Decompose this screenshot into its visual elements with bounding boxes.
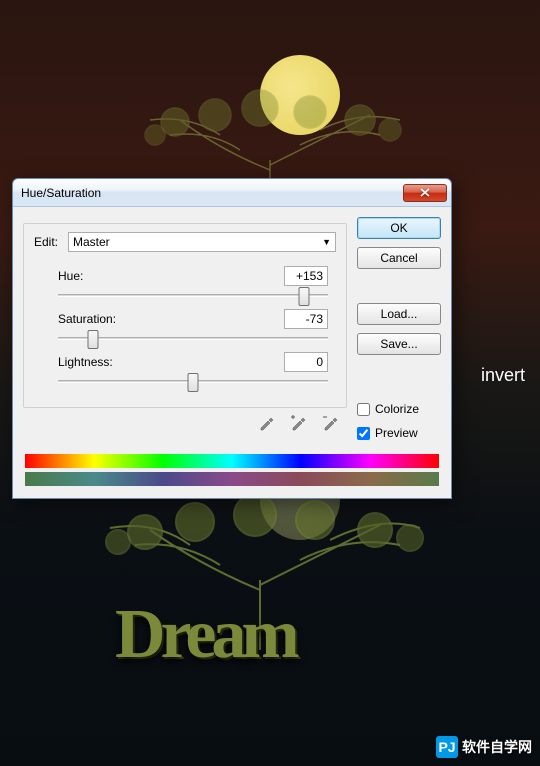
save-button[interactable]: Save... <box>357 333 441 355</box>
eyedropper-icon[interactable] <box>257 414 275 432</box>
watermark: PJ 软件自学网 <box>436 736 532 758</box>
hue-slider-thumb[interactable] <box>298 287 309 306</box>
lightness-label: Lightness: <box>58 355 113 369</box>
lightness-row: Lightness: <box>58 352 336 383</box>
eyedropper-plus-icon[interactable] <box>289 414 307 432</box>
saturation-slider-thumb[interactable] <box>88 330 99 349</box>
ok-button[interactable]: OK <box>357 217 441 239</box>
dialog-titlebar[interactable]: Hue/Saturation <box>13 179 451 207</box>
lightness-slider-thumb[interactable] <box>188 373 199 392</box>
close-button[interactable] <box>403 184 447 202</box>
spectrum-adjusted <box>25 472 439 486</box>
edit-group: Edit: Master ▼ Hue: <box>23 223 347 408</box>
close-icon <box>420 188 430 197</box>
spectrum-display <box>13 454 451 486</box>
preview-checkbox[interactable] <box>357 427 370 440</box>
hue-slider[interactable] <box>58 294 328 297</box>
saturation-slider[interactable] <box>58 337 328 340</box>
spectrum-original <box>25 454 439 468</box>
cancel-button[interactable]: Cancel <box>357 247 441 269</box>
preview-label: Preview <box>375 426 418 440</box>
lightness-input[interactable] <box>284 352 328 372</box>
load-button[interactable]: Load... <box>357 303 441 325</box>
dream-text: Dream <box>115 595 295 675</box>
saturation-row: Saturation: <box>58 309 336 340</box>
lightness-slider[interactable] <box>58 380 328 383</box>
saturation-input[interactable] <box>284 309 328 329</box>
hue-saturation-dialog: Hue/Saturation Edit: Master ▼ Hue: <box>12 178 452 499</box>
watermark-text: 软件自学网 <box>462 737 532 757</box>
hue-input[interactable] <box>284 266 328 286</box>
edit-value: Master <box>73 235 110 249</box>
dropdown-arrow-icon: ▼ <box>322 237 331 247</box>
edit-label: Edit: <box>34 235 62 249</box>
eyedropper-minus-icon[interactable] <box>321 414 339 432</box>
saturation-label: Saturation: <box>58 312 116 326</box>
colorize-checkbox[interactable] <box>357 403 370 416</box>
colorize-label: Colorize <box>375 402 419 416</box>
invert-label: invert <box>481 365 525 386</box>
watermark-logo: PJ <box>436 736 458 758</box>
dialog-title: Hue/Saturation <box>21 186 403 200</box>
edit-dropdown[interactable]: Master ▼ <box>68 232 336 252</box>
hue-row: Hue: <box>58 266 336 297</box>
hue-label: Hue: <box>58 269 83 283</box>
eyedropper-tools <box>23 408 347 440</box>
